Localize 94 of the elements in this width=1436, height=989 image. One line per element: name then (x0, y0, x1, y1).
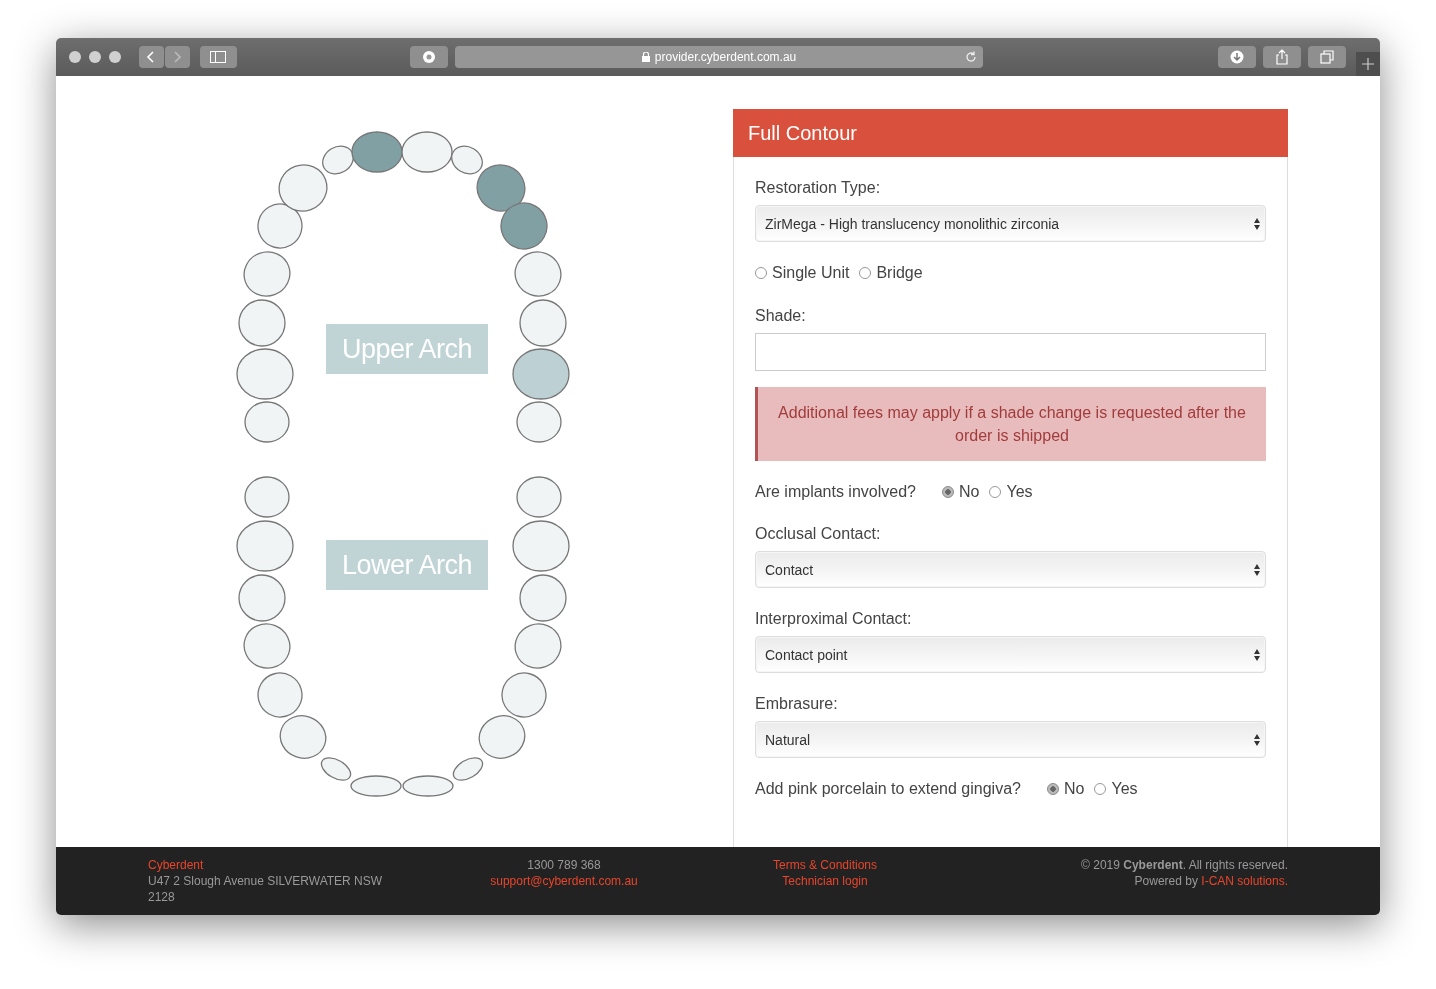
field-label: Embrasure: (755, 695, 839, 713)
field-label: Shade: (755, 307, 807, 325)
tooth[interactable] (236, 520, 294, 572)
back-button[interactable] (138, 46, 164, 68)
updown-arrows-icon (1254, 733, 1260, 746)
question-label: Add pink porcelain to extend gingiva? (755, 780, 1021, 798)
lock-icon (641, 52, 650, 62)
footer-link[interactable]: Terms & Conditions (772, 857, 877, 873)
updown-arrows-icon (1254, 217, 1260, 230)
tooth[interactable] (236, 348, 294, 400)
url-text: provider.cyberdent.com.au (654, 50, 797, 64)
radio-label: No (1063, 780, 1085, 798)
field-label: Occlusal Contact: (755, 525, 882, 543)
field-label: Restoration Type: (755, 179, 882, 197)
radio-label: Yes (1111, 780, 1138, 798)
tooth[interactable] (516, 401, 562, 443)
tabs-button[interactable] (1308, 46, 1347, 68)
select-dropdown[interactable]: ZirMega - High translucency monolithic zirconia (755, 205, 1266, 242)
phone-number: 1300 789 368 (527, 857, 601, 873)
circle-icon (422, 50, 437, 64)
tabs-icon (1320, 50, 1335, 64)
vendor-link[interactable]: I-CAN solutions. (1201, 874, 1288, 888)
address-text: U47 2 Slough Avenue SILVERWATER NSW 2128 (148, 873, 384, 905)
minimize-window-button[interactable] (88, 51, 101, 63)
radio-button[interactable] (755, 267, 767, 279)
updown-arrows-icon (1254, 563, 1260, 576)
close-window-button[interactable] (69, 51, 81, 63)
tooth[interactable] (238, 574, 286, 622)
radio-label: No (958, 483, 980, 501)
company-name: Cyberdent (148, 857, 205, 873)
tooth[interactable] (451, 145, 483, 175)
tooth[interactable] (351, 131, 403, 173)
radio-button[interactable] (941, 486, 954, 498)
sidebar-button[interactable] (199, 46, 238, 68)
copyright-text: © 2019 Cyberdent. All rights reserved. (1081, 857, 1288, 873)
share-icon (1275, 49, 1290, 65)
chevron-left-icon (146, 51, 157, 63)
email-link[interactable]: support@cyberdent.com.au (490, 873, 638, 889)
radio-label: Single Unit (772, 264, 850, 282)
address-bar[interactable]: provider.cyberdent.com.au (454, 46, 984, 68)
tooth[interactable] (402, 775, 454, 797)
select-dropdown[interactable]: Contact (755, 551, 1266, 588)
tooth[interactable] (278, 164, 328, 212)
forward-button[interactable] (164, 46, 190, 68)
tooth[interactable] (322, 145, 354, 175)
radio-button[interactable] (1094, 783, 1107, 795)
footer-link[interactable]: Technician login (782, 873, 868, 889)
tooth[interactable] (238, 299, 286, 347)
tooth[interactable] (320, 757, 352, 781)
tooth[interactable] (512, 520, 570, 572)
radio-label: Yes (1006, 483, 1033, 501)
tooth[interactable] (257, 672, 303, 718)
plus-icon (1362, 58, 1375, 70)
radio-button[interactable] (859, 267, 872, 279)
updown-arrows-icon (1254, 648, 1260, 661)
tooth[interactable] (244, 401, 290, 443)
tooth[interactable] (401, 131, 453, 173)
reload-icon[interactable] (965, 51, 978, 63)
tooth[interactable] (452, 757, 484, 781)
tooth[interactable] (516, 476, 562, 518)
tooth[interactable] (514, 251, 562, 297)
extension-button[interactable] (410, 46, 448, 68)
select-dropdown[interactable]: Contact point (755, 636, 1266, 673)
tooth[interactable] (243, 623, 291, 669)
zoom-window-button[interactable] (108, 51, 121, 63)
tooth[interactable] (501, 672, 547, 718)
tooth[interactable] (350, 775, 402, 797)
select-dropdown[interactable]: Natural (755, 721, 1266, 758)
download-icon (1230, 50, 1245, 64)
panel-title: Full Contour (748, 121, 857, 145)
tooth[interactable] (476, 164, 526, 212)
radio-button[interactable] (1046, 783, 1059, 795)
radio-button[interactable] (989, 486, 1002, 498)
downloads-button[interactable] (1218, 46, 1257, 68)
shade-input-field[interactable] (755, 333, 1266, 371)
tooth[interactable] (514, 623, 562, 669)
warning-alert: Additional fees may apply if a shade change is requested after the order is shipped (755, 387, 1266, 461)
tooth[interactable] (244, 476, 290, 518)
powered-by-text: Powered by (1134, 874, 1198, 888)
tooth[interactable] (519, 299, 567, 347)
tooth[interactable] (279, 715, 327, 759)
tooth[interactable] (519, 574, 567, 622)
tooth[interactable] (257, 203, 303, 249)
tooth[interactable] (500, 202, 548, 250)
chevron-right-icon (172, 51, 183, 63)
sidebar-icon (210, 51, 227, 63)
tooth[interactable] (243, 251, 291, 297)
radio-label: Bridge (876, 264, 923, 282)
field-label: Interproximal Contact: (755, 610, 913, 628)
new-tab-button[interactable] (1356, 52, 1380, 76)
tooth[interactable] (512, 348, 570, 400)
question-label: Are implants involved? (755, 483, 916, 501)
share-button[interactable] (1263, 46, 1302, 68)
tooth[interactable] (478, 715, 526, 759)
